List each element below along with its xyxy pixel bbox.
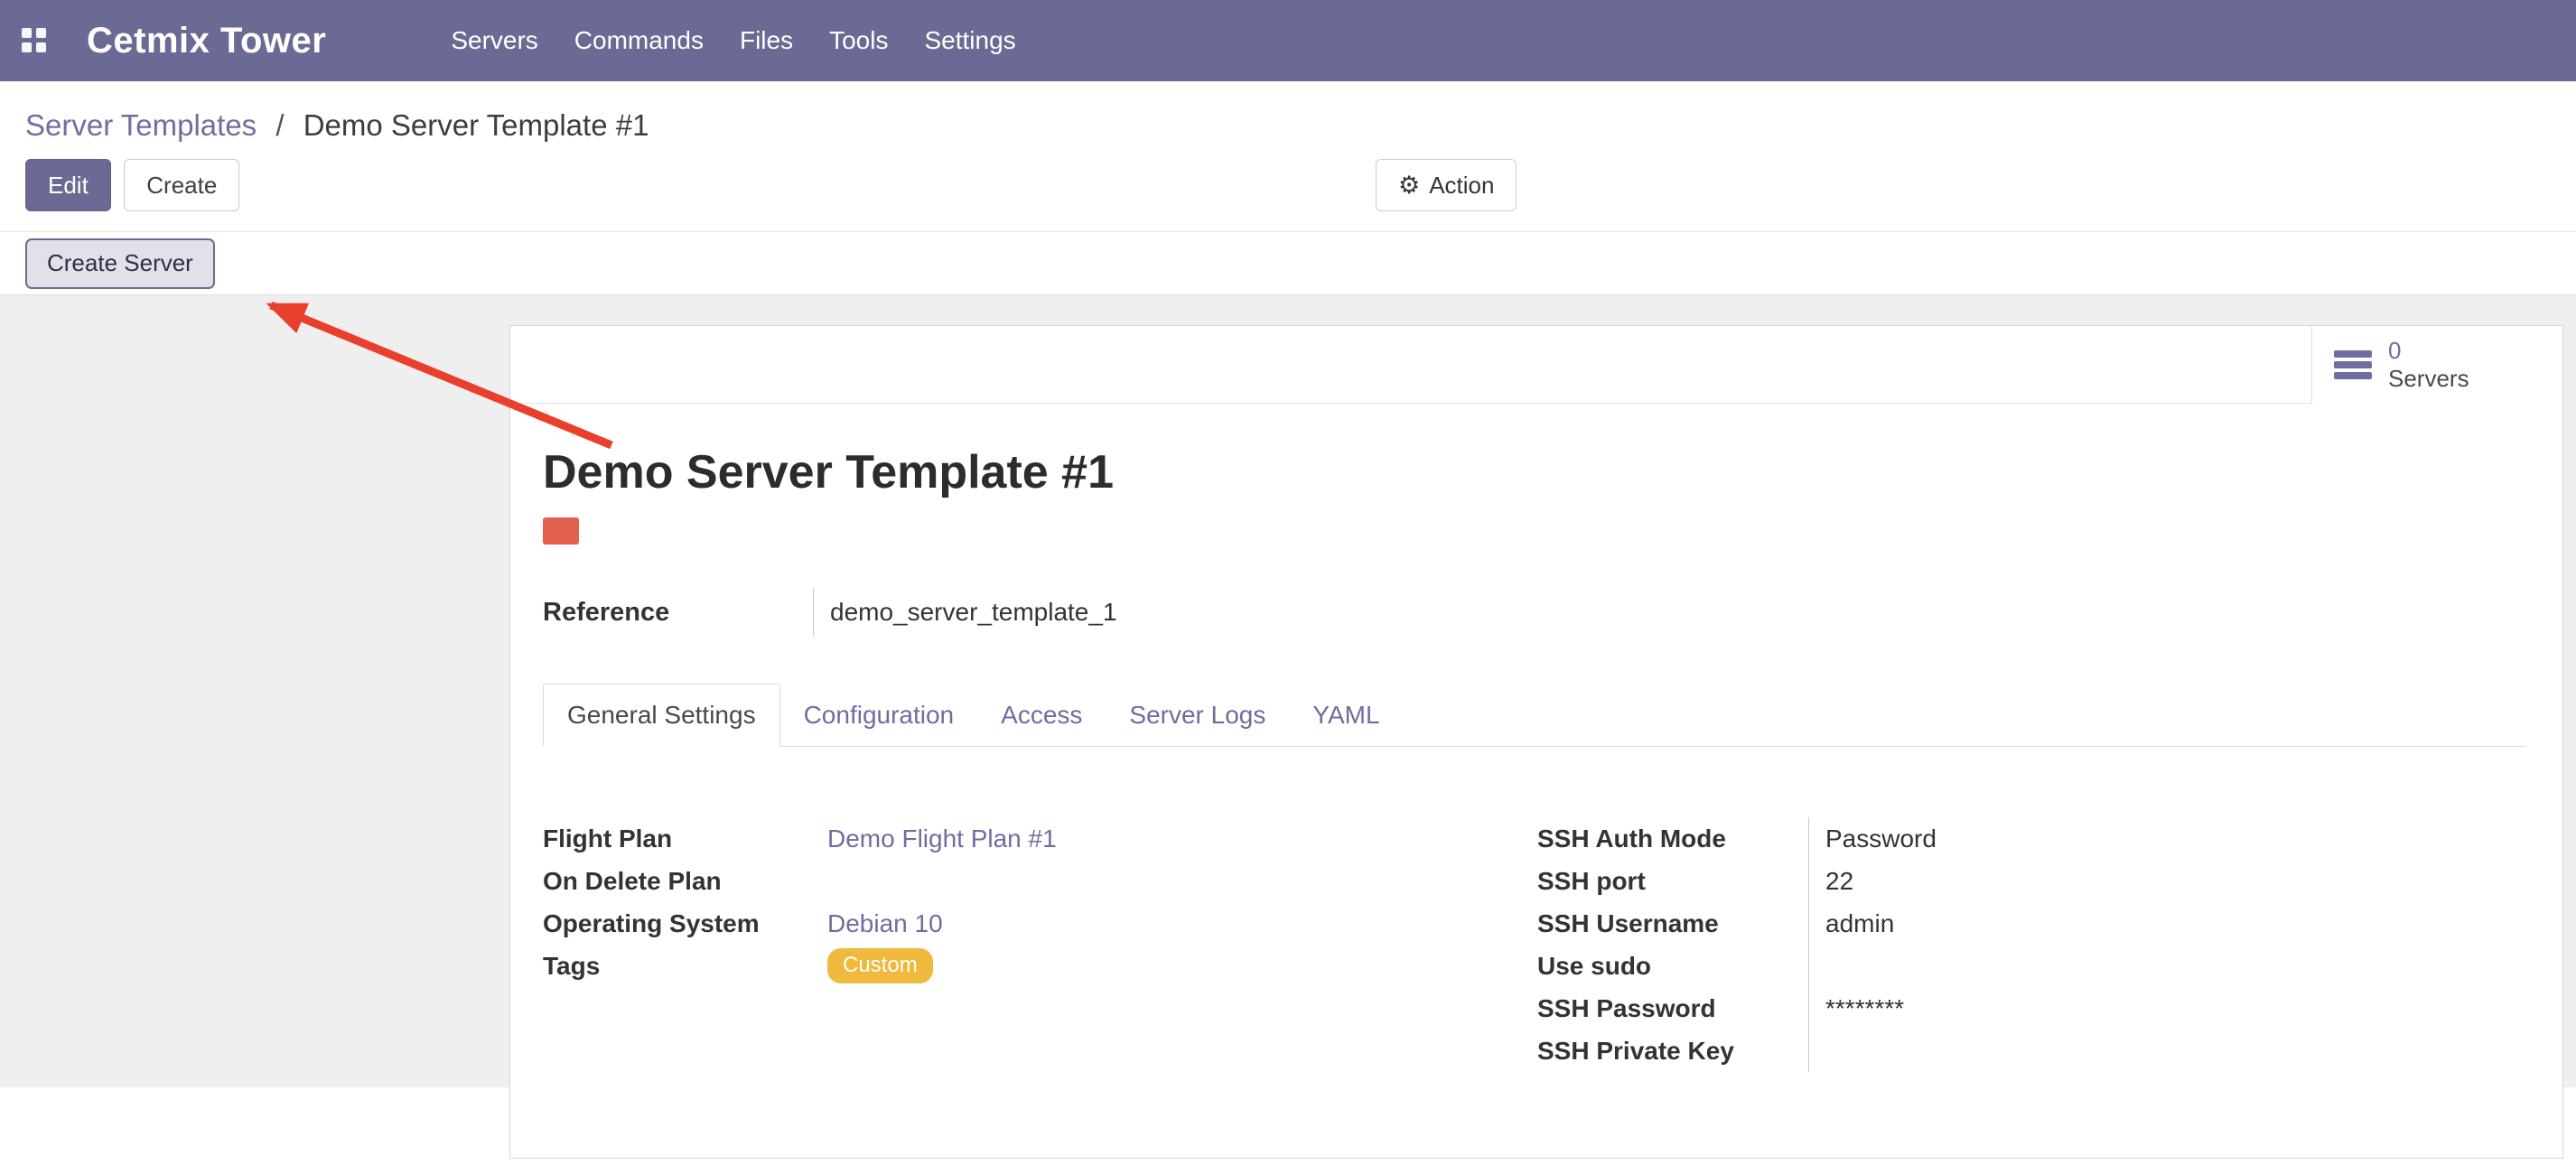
tab-general-settings[interactable]: General Settings — [543, 684, 780, 747]
menu-item-commands[interactable]: Commands — [556, 0, 722, 81]
tab-server-logs[interactable]: Server Logs — [1106, 685, 1289, 746]
servers-label: Servers — [2388, 365, 2469, 393]
menu-item-tools[interactable]: Tools — [811, 0, 906, 81]
use-sudo-label: Use sudo — [1537, 945, 1808, 987]
create-server-strip: Create Server — [0, 232, 2576, 295]
control-panel: Server Templates / Demo Server Template … — [0, 81, 2576, 232]
ssh-auth-mode-value: Password — [1808, 817, 2188, 860]
create-server-button[interactable]: Create Server — [25, 238, 215, 289]
main-menu: Servers Commands Files Tools Settings — [433, 0, 1033, 81]
menu-item-settings[interactable]: Settings — [906, 0, 1033, 81]
menu-item-servers[interactable]: Servers — [433, 0, 555, 81]
brand-title[interactable]: Cetmix Tower — [87, 21, 326, 61]
ssh-auth-mode-label: SSH Auth Mode — [1537, 817, 1808, 860]
breadcrumb-current: Demo Server Template #1 — [303, 108, 649, 142]
gear-icon: ⚙ — [1398, 173, 1420, 198]
top-navbar: Cetmix Tower Servers Commands Files Tool… — [0, 0, 2576, 81]
edit-button[interactable]: Edit — [25, 159, 111, 211]
ssh-private-key-label: SSH Private Key — [1537, 1030, 1808, 1072]
apps-grid-dot — [22, 28, 32, 38]
field-row-flight-plan: Flight Plan Demo Flight Plan #1 — [543, 817, 1057, 860]
ssh-password-label: SSH Password — [1537, 987, 1808, 1030]
form-body: Demo Server Template #1 Reference demo_s… — [510, 445, 2562, 1088]
action-button[interactable]: ⚙ Action — [1376, 159, 1517, 211]
apps-grid-icon[interactable] — [22, 28, 47, 53]
field-row-tags: Tags Custom — [543, 945, 1057, 987]
menu-item-files[interactable]: Files — [722, 0, 811, 81]
field-row-on-delete-plan: On Delete Plan — [543, 860, 1057, 902]
notebook-tabs: General Settings Configuration Access Se… — [543, 684, 2526, 747]
field-row-ssh-auth-mode: SSH Auth Mode Password — [1537, 817, 2188, 860]
tab-yaml[interactable]: YAML — [1289, 685, 1403, 746]
apps-grid-dot — [22, 42, 32, 52]
flight-plan-link[interactable]: Demo Flight Plan #1 — [827, 825, 1057, 853]
ssh-port-value: 22 — [1808, 860, 2188, 902]
field-row-ssh-private-key: SSH Private Key — [1537, 1030, 2188, 1072]
field-row-ssh-password: SSH Password ******** — [1537, 987, 2188, 1030]
field-row-ssh-port: SSH port 22 — [1537, 860, 2188, 902]
apps-grid-dot — [36, 28, 46, 38]
server-template-form: 0 Servers Demo Server Template #1 Refere… — [509, 325, 2563, 1159]
operating-system-label: Operating System — [543, 902, 827, 945]
field-groups: Flight Plan Demo Flight Plan #1 On Delet… — [543, 817, 2526, 1088]
servers-count: 0 — [2388, 337, 2469, 365]
ssh-username-value: admin — [1808, 902, 2188, 945]
tags-label: Tags — [543, 945, 827, 987]
servers-icon — [2334, 350, 2372, 379]
servers-stat-button[interactable]: 0 Servers — [2311, 326, 2562, 404]
breadcrumb: Server Templates / Demo Server Template … — [0, 81, 2576, 143]
action-button-label: Action — [1429, 172, 1494, 200]
breadcrumb-parent-link[interactable]: Server Templates — [25, 108, 257, 142]
ssh-port-label: SSH port — [1537, 860, 1808, 902]
field-row-ssh-username: SSH Username admin — [1537, 902, 2188, 945]
on-delete-plan-label: On Delete Plan — [543, 860, 827, 902]
create-button[interactable]: Create — [124, 159, 239, 211]
page-title: Demo Server Template #1 — [543, 445, 2526, 499]
right-field-group: SSH Auth Mode Password SSH port 22 SSH U… — [1537, 817, 2188, 1072]
use-sudo-value — [1808, 945, 2188, 987]
field-row-use-sudo: Use sudo — [1537, 945, 2188, 987]
operating-system-link[interactable]: Debian 10 — [827, 909, 943, 938]
ssh-private-key-value — [1808, 1030, 2188, 1072]
tag-badge-custom[interactable]: Custom — [827, 948, 933, 983]
servers-stat-text: 0 Servers — [2388, 337, 2469, 393]
ssh-username-label: SSH Username — [1537, 902, 1808, 945]
tab-access[interactable]: Access — [977, 685, 1106, 746]
color-swatch[interactable] — [543, 517, 579, 545]
reference-label: Reference — [543, 588, 813, 637]
button-toolbar: Edit Create ⚙ Action — [25, 159, 2576, 213]
left-field-group: Flight Plan Demo Flight Plan #1 On Delet… — [543, 817, 1057, 987]
apps-grid-dot — [36, 42, 46, 52]
reference-value: demo_server_template_1 — [813, 588, 1117, 637]
flight-plan-label: Flight Plan — [543, 817, 827, 860]
ssh-password-value: ******** — [1808, 987, 2188, 1030]
tab-configuration[interactable]: Configuration — [780, 685, 978, 746]
field-row-operating-system: Operating System Debian 10 — [543, 902, 1057, 945]
form-header-strip: 0 Servers — [510, 326, 2562, 404]
breadcrumb-separator: / — [275, 108, 284, 142]
reference-field-row: Reference demo_server_template_1 — [543, 588, 2526, 637]
